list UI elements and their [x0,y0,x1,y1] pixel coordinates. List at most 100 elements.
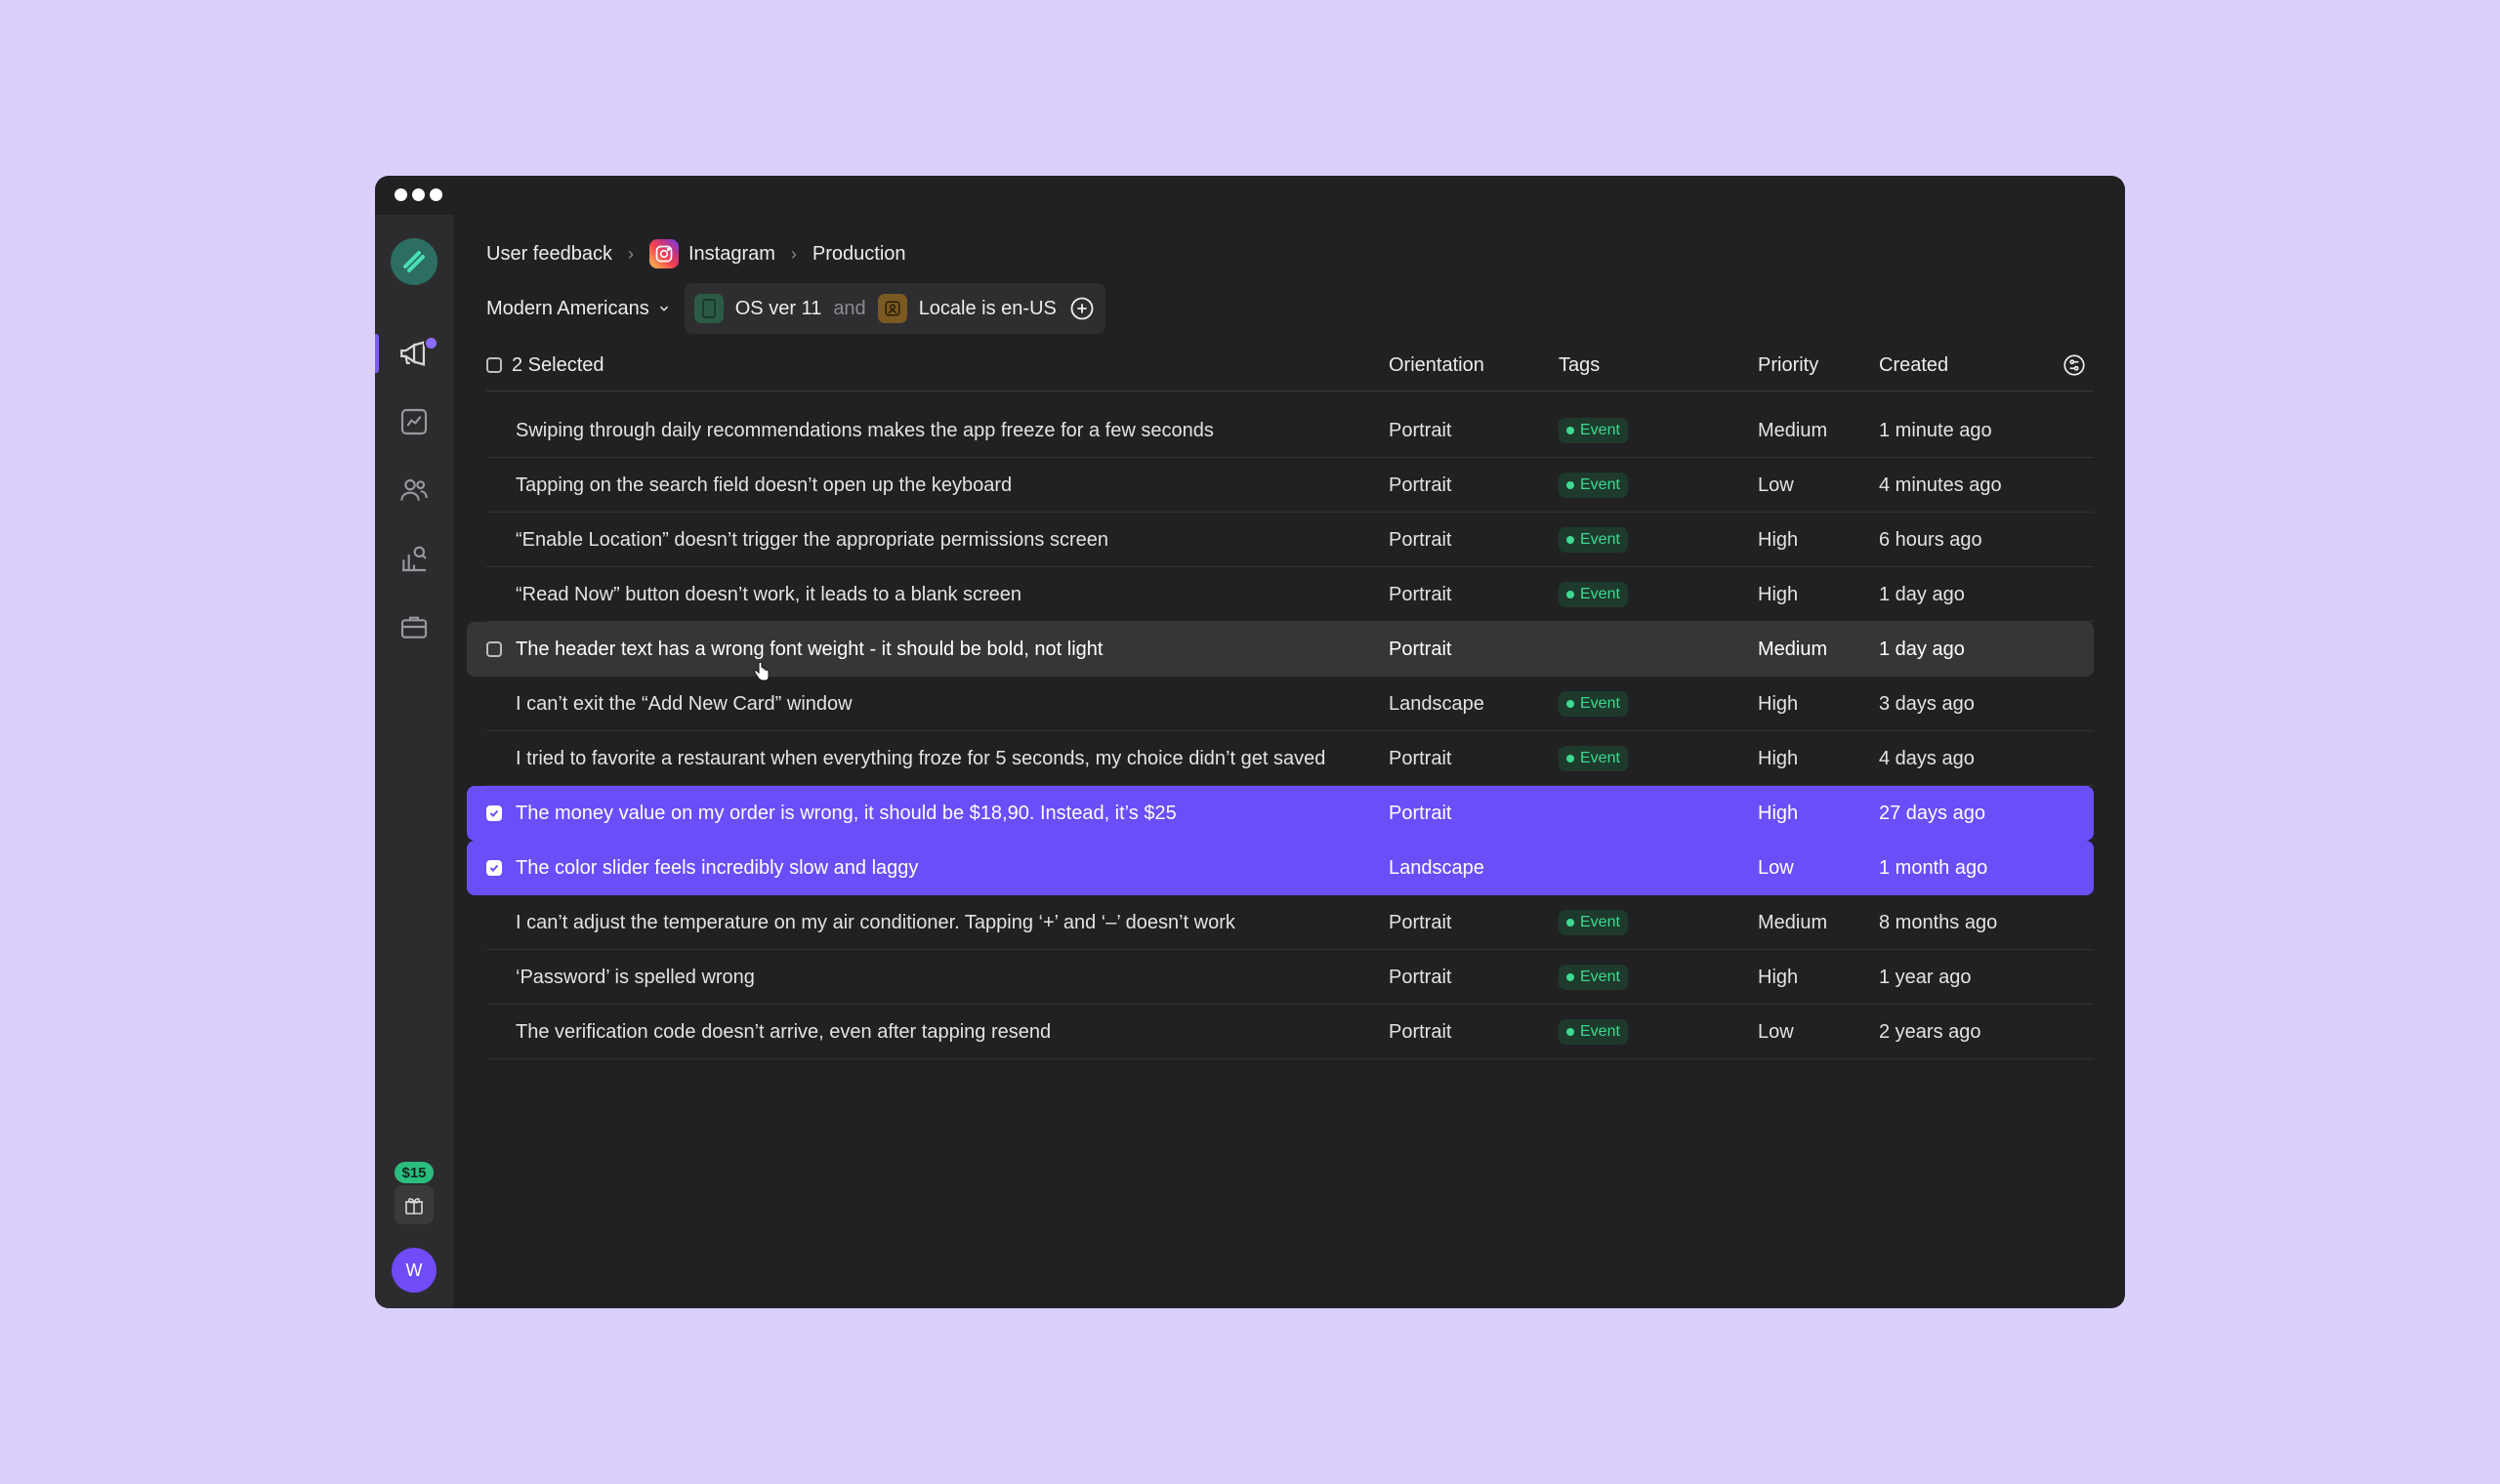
row-title: “Enable Location” doesn’t trigger the ap… [516,528,1109,551]
row-tags: Event [1559,513,1628,567]
locale-icon [877,294,907,323]
tag-badge[interactable]: Event [1559,527,1628,553]
row-orientation: Portrait [1389,474,1452,496]
row-created: 6 hours ago [1879,528,1982,551]
row-created: 3 days ago [1879,692,1975,715]
users-icon [400,478,428,501]
select-all-checkbox[interactable] [486,357,502,373]
row-title: I can’t adjust the temperature on my air… [516,911,1235,933]
segment-dropdown[interactable]: Modern Americans [486,298,671,320]
breadcrumb-user-feedback[interactable]: User feedback [486,243,612,266]
window-controls[interactable] [395,188,442,201]
row-created: 4 minutes ago [1879,474,2002,496]
sidebar-item-users[interactable] [375,463,453,517]
filter-bar: Modern Americans OS ver 11 and Locale is… [486,283,1105,334]
filter-joiner: and [833,297,866,319]
breadcrumb-production[interactable]: Production [812,243,906,266]
row-orientation: Portrait [1389,911,1452,933]
tag-badge[interactable]: Event [1559,910,1628,935]
row-priority: Medium [1758,638,1828,660]
breadcrumb-instagram[interactable]: Instagram [688,243,775,266]
unchecked-checkbox[interactable] [486,641,502,657]
table-row[interactable]: “Read Now” button doesn’t work, it leads… [467,567,2094,622]
tag-dot-icon [1566,427,1574,434]
avatar[interactable]: W [392,1248,437,1293]
table-row[interactable]: Tapping on the search field doesn’t open… [467,458,2094,513]
row-orientation: Landscape [1389,692,1484,715]
search-report-icon [402,546,427,572]
table-row[interactable]: I can’t adjust the temperature on my air… [467,895,2094,950]
app-logo[interactable] [391,238,438,285]
breadcrumb: User feedback › Instagram › Production [486,239,906,268]
row-tags: Event [1559,567,1628,622]
filter-locale[interactable]: Locale is en-US [919,298,1057,320]
table-row[interactable]: I can’t exit the “Add New Card” window La… [467,677,2094,731]
check-icon [489,809,499,817]
check-icon [489,864,499,872]
add-filter-icon[interactable] [1068,295,1096,322]
table-row[interactable]: The money value on my order is wrong, it… [467,786,2094,841]
row-title: I can’t exit the “Add New Card” window [516,692,853,715]
tag-dot-icon [1566,919,1574,927]
filter-conditions[interactable]: OS ver 11 and Locale is en-US [684,283,1105,334]
tag-badge[interactable]: Event [1559,582,1628,607]
chevron-right-icon: › [627,243,634,264]
row-title: I tried to favorite a restaurant when ev… [516,747,1326,769]
column-tags[interactable]: Tags [1559,340,1600,391]
row-title: ‘Password’ is spelled wrong [516,966,755,988]
tag-badge[interactable]: Event [1559,418,1628,443]
column-settings[interactable] [2062,340,2087,391]
row-checkbox[interactable] [486,841,502,895]
tag-badge[interactable]: Event [1559,965,1628,990]
select-all[interactable]: 2 Selected [486,340,604,391]
table-row[interactable]: The header text has a wrong font weight … [467,622,2094,677]
tag-badge[interactable]: Event [1559,1019,1628,1045]
row-priority: Low [1758,474,1794,496]
sidebar-item-feedback[interactable] [375,326,453,381]
table-row[interactable]: “Enable Location” doesn’t trigger the ap… [467,513,2094,567]
row-created: 8 months ago [1879,911,1998,933]
checked-checkbox[interactable] [486,805,502,821]
sidebar-item-reports[interactable] [375,531,453,586]
table-row[interactable]: The verification code doesn’t arrive, ev… [467,1005,2094,1059]
row-checkbox[interactable] [486,786,502,841]
tag-badge[interactable]: Event [1559,691,1628,717]
gift-button[interactable] [395,1185,434,1224]
row-tags: Event [1559,895,1628,950]
tag-badge[interactable]: Event [1559,746,1628,771]
column-priority[interactable]: Priority [1758,340,1818,391]
briefcase-icon [400,616,428,639]
table-row[interactable]: I tried to favorite a restaurant when ev… [467,731,2094,786]
tag-label: Event [1580,1023,1620,1040]
tag-label: Event [1580,695,1620,712]
tag-dot-icon [1566,755,1574,763]
row-tags: Event [1559,950,1628,1005]
gift-badge: $15 [395,1162,434,1183]
table-row[interactable]: Swiping through daily recommendations ma… [467,403,2094,458]
gift-icon [405,1198,423,1215]
row-title: The color slider feels incredibly slow a… [516,856,919,879]
table-header: 2 Selected Orientation Tags Priority Cre… [486,340,2094,392]
sidebar-item-analytics[interactable] [375,394,453,449]
row-priority: High [1758,802,1799,824]
tag-label: Event [1580,476,1620,493]
row-created: 1 day ago [1879,583,1965,605]
row-checkbox[interactable] [486,622,502,677]
tag-badge[interactable]: Event [1559,473,1628,498]
row-priority: High [1758,747,1799,769]
checked-checkbox[interactable] [486,860,502,876]
tag-label: Event [1580,531,1620,548]
table-row[interactable]: ‘Password’ is spelled wrong Portrait Event… [467,950,2094,1005]
row-title: Swiping through daily recommendations ma… [516,419,1214,441]
column-created[interactable]: Created [1879,340,1948,391]
table-row[interactable]: The color slider feels incredibly slow a… [467,841,2094,895]
column-orientation[interactable]: Orientation [1389,340,1484,391]
sidebar-item-projects[interactable] [375,599,453,654]
chevron-right-icon: › [790,243,797,264]
filter-os-version[interactable]: OS ver 11 [735,298,822,320]
tag-label: Event [1580,750,1620,766]
row-created: 2 years ago [1879,1020,1981,1043]
pointer-cursor-icon [754,662,770,681]
row-created: 1 month ago [1879,856,1988,879]
row-orientation: Portrait [1389,638,1452,660]
